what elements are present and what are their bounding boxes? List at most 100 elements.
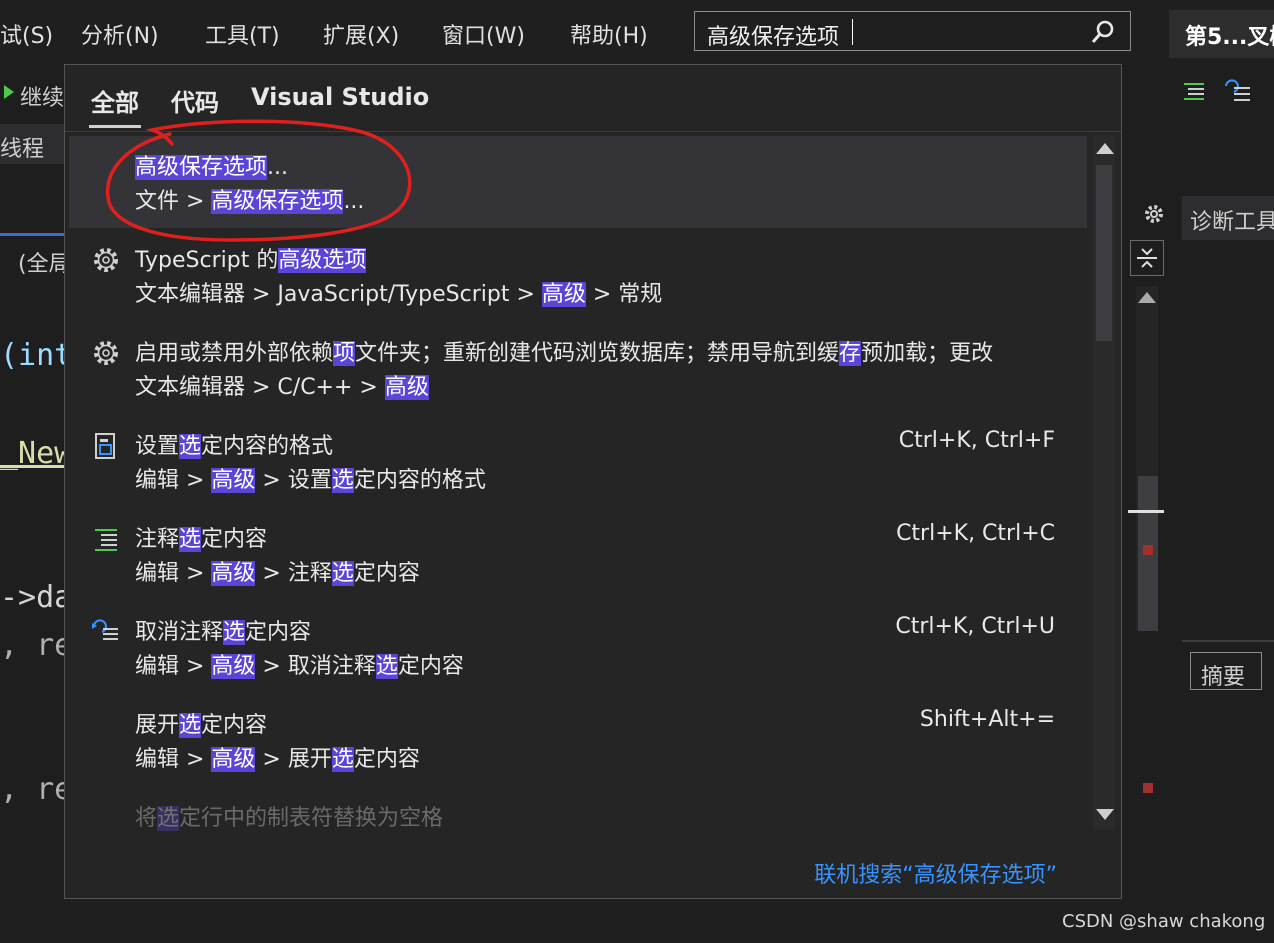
title-text: 定行中的制表符替换为空格 bbox=[179, 806, 444, 831]
gear-icon bbox=[94, 341, 118, 365]
path-text: 编辑 > bbox=[135, 468, 212, 493]
result-title: 将选定行中的制表符替换为空格 bbox=[135, 800, 1055, 831]
search-input[interactable]: 高级保存选项 bbox=[694, 11, 1131, 51]
menu-tools[interactable]: 工具(T) bbox=[205, 18, 280, 50]
highlight-match: 选 bbox=[157, 806, 180, 831]
result-title: 展开选定内容 bbox=[135, 707, 1055, 739]
menu-extensions[interactable]: 扩展(X) bbox=[323, 18, 399, 50]
title-text: 设置 bbox=[135, 434, 180, 459]
uncomment-icon bbox=[92, 619, 118, 640]
search-result-item[interactable]: 高级保存选项... 文件 > 高级保存选项... bbox=[69, 136, 1087, 228]
title-text: 启用或禁用外部依赖 bbox=[135, 341, 334, 366]
tab-code[interactable]: 代码 bbox=[171, 83, 219, 118]
title-text: 将 bbox=[135, 806, 158, 831]
title-text: 文件夹；重新创建代码浏览数据库；禁用导航到缓 bbox=[355, 341, 840, 366]
breakpoint-marker bbox=[1143, 783, 1153, 793]
solution-title-text: 第5...叉树 bbox=[1185, 25, 1274, 50]
diag-tools-tab[interactable]: 诊断工具 bbox=[1182, 196, 1274, 240]
search-result-item[interactable]: 展开选定内容 编辑 > 高级 > 展开选定内容 Shift+Alt+= bbox=[69, 694, 1087, 786]
path-text: 编辑 > bbox=[135, 561, 212, 586]
menu-window[interactable]: 窗口(W) bbox=[442, 18, 525, 50]
path-text: > 展开 bbox=[255, 747, 332, 772]
path-text: 定内容 bbox=[353, 561, 420, 586]
code-line: ->da bbox=[0, 580, 73, 615]
split-icon bbox=[1137, 248, 1157, 268]
continue-label[interactable]: 继续 bbox=[20, 80, 64, 112]
path-text: 文本编辑器 > JavaScript/TypeScript > bbox=[135, 282, 542, 307]
highlight-match: 选 bbox=[223, 620, 246, 645]
tab-visual-studio[interactable]: Visual Studio bbox=[251, 83, 429, 111]
solution-title[interactable]: 第5...叉树 bbox=[1169, 10, 1274, 58]
search-result-item[interactable]: 将选定行中的制表符替换为空格 bbox=[69, 787, 1087, 831]
uncomment-toolbar-icon[interactable] bbox=[1222, 76, 1252, 106]
path-text: 文本编辑器 > C/C++ > bbox=[135, 375, 385, 400]
panel-divider bbox=[1182, 640, 1274, 642]
scope-dropdown[interactable]: (全局 bbox=[18, 246, 71, 278]
title-text: 定内容 bbox=[201, 713, 268, 738]
scroll-down-icon[interactable] bbox=[1096, 809, 1114, 820]
result-path: 编辑 > 高级 > 取消注释选定内容 bbox=[135, 648, 464, 680]
split-editor-button[interactable] bbox=[1130, 240, 1164, 276]
path-text: > 注释 bbox=[255, 561, 332, 586]
search-result-item[interactable]: 取消注释选定内容 编辑 > 高级 > 取消注释选定内容 Ctrl+K, Ctrl… bbox=[69, 601, 1087, 693]
highlight-match: 高级 bbox=[211, 654, 256, 679]
title-text: 预加载；更改 bbox=[861, 341, 994, 366]
result-title: TypeScript 的高级选项 bbox=[135, 242, 1055, 274]
highlight-match: 选 bbox=[179, 434, 202, 459]
result-path: 文本编辑器 > JavaScript/TypeScript > 高级 > 常规 bbox=[135, 276, 662, 308]
gear-icon bbox=[94, 248, 118, 272]
search-input-value: 高级保存选项 bbox=[707, 25, 840, 50]
result-shortcut: Ctrl+K, Ctrl+F bbox=[898, 428, 1055, 453]
highlight-match: 高级 bbox=[211, 747, 256, 772]
comment-toolbar-icon[interactable] bbox=[1180, 78, 1208, 106]
scroll-up-icon[interactable] bbox=[1138, 292, 1156, 303]
path-text: 定内容 bbox=[397, 654, 464, 679]
path-text: 定内容 bbox=[353, 747, 420, 772]
path-text: > 取消注释 bbox=[255, 654, 376, 679]
path-text: 编辑 > bbox=[135, 654, 212, 679]
thread-tab-label: 线程 bbox=[0, 137, 45, 162]
title-text: TypeScript 的 bbox=[135, 248, 279, 273]
search-result-item[interactable]: 注释选定内容 编辑 > 高级 > 注释选定内容 Ctrl+K, Ctrl+C bbox=[69, 508, 1087, 600]
summary-tab-label: 摘要 bbox=[1201, 665, 1246, 690]
path-text: ... bbox=[343, 189, 365, 214]
menu-help[interactable]: 帮助(H) bbox=[570, 18, 648, 50]
result-path: 编辑 > 高级 > 展开选定内容 bbox=[135, 741, 420, 773]
path-text: > 设置 bbox=[255, 468, 332, 493]
highlight-match: 选 bbox=[331, 468, 354, 493]
online-search-link[interactable]: 联机搜索“高级保存选项” bbox=[814, 857, 1057, 889]
search-results-popup: 全部 代码 Visual Studio 高级保存选项... 文件 > 高级保存选… bbox=[64, 64, 1122, 899]
thread-tab[interactable]: 线程 bbox=[0, 124, 64, 164]
comment-icon bbox=[95, 529, 117, 551]
highlight-match: 选 bbox=[331, 561, 354, 586]
result-title: 启用或禁用外部依赖项文件夹；重新创建代码浏览数据库；禁用导航到缓存预加载；更改 bbox=[135, 335, 1055, 367]
results-scroll-thumb[interactable] bbox=[1096, 165, 1112, 341]
result-shortcut: Shift+Alt+= bbox=[919, 707, 1055, 732]
result-title: 高级保存选项... bbox=[135, 149, 1055, 181]
highlight-match: 选 bbox=[179, 713, 202, 738]
tab-all[interactable]: 全部 bbox=[91, 83, 139, 118]
highlight-match: 高级 bbox=[211, 561, 256, 586]
settings-gear-icon[interactable] bbox=[1142, 202, 1166, 226]
search-result-item[interactable]: 设置选定内容的格式 编辑 > 高级 > 设置选定内容的格式 Ctrl+K, Ct… bbox=[69, 415, 1087, 507]
code-line: _New bbox=[0, 436, 73, 471]
code-line: , re bbox=[0, 772, 73, 807]
search-result-item[interactable]: 启用或禁用外部依赖项文件夹；重新创建代码浏览数据库；禁用导航到缓存预加载；更改 … bbox=[69, 322, 1087, 414]
text-caret bbox=[852, 19, 853, 45]
scroll-up-icon[interactable] bbox=[1096, 143, 1114, 154]
path-text: 定内容的格式 bbox=[353, 468, 486, 493]
result-shortcut: Ctrl+K, Ctrl+C bbox=[896, 521, 1055, 546]
continue-icon[interactable] bbox=[2, 84, 16, 100]
search-result-item[interactable]: TypeScript 的高级选项 文本编辑器 > JavaScript/Type… bbox=[69, 229, 1087, 321]
menu-analyze[interactable]: 分析(N) bbox=[81, 18, 159, 50]
highlight-match: 高级 bbox=[541, 282, 586, 307]
menu-debug[interactable]: 试(S) bbox=[0, 18, 53, 50]
title-text: 定内容的格式 bbox=[201, 434, 334, 459]
result-path: 编辑 > 高级 > 注释选定内容 bbox=[135, 555, 420, 587]
result-shortcut: Ctrl+K, Ctrl+U bbox=[895, 614, 1055, 639]
summary-tab[interactable]: 摘要 bbox=[1190, 652, 1262, 690]
search-icon[interactable] bbox=[1090, 19, 1116, 45]
title-text: 注释 bbox=[135, 527, 180, 552]
highlight-match: 选 bbox=[375, 654, 398, 679]
path-text: > 常规 bbox=[585, 282, 663, 307]
